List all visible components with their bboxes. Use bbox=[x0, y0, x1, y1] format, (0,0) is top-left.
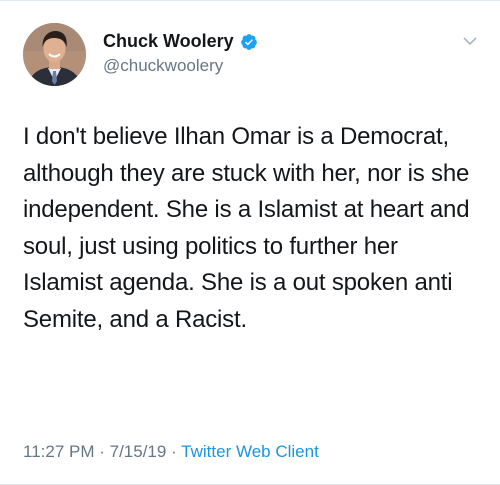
meta-separator: · bbox=[94, 442, 110, 461]
author-name-row: Chuck Woolery bbox=[103, 31, 258, 52]
tweet-card: Chuck Woolery @chuckwoolery I don't beli… bbox=[0, 0, 500, 485]
meta-separator: · bbox=[166, 442, 182, 461]
verified-badge-icon bbox=[240, 33, 258, 51]
tweet-meta: 11:27 PM · 7/15/19 · Twitter Web Client bbox=[23, 442, 319, 462]
avatar[interactable] bbox=[23, 23, 86, 86]
tweet-client-link[interactable]: Twitter Web Client bbox=[181, 442, 319, 461]
author-handle[interactable]: @chuckwoolery bbox=[103, 56, 223, 76]
tweet-date[interactable]: 7/15/19 bbox=[110, 442, 167, 461]
tweet-time[interactable]: 11:27 PM bbox=[23, 442, 95, 461]
chevron-down-icon[interactable] bbox=[462, 33, 478, 49]
author-display-name[interactable]: Chuck Woolery bbox=[103, 31, 234, 52]
tweet-text: I don't believe Ilhan Omar is a Democrat… bbox=[23, 123, 470, 333]
